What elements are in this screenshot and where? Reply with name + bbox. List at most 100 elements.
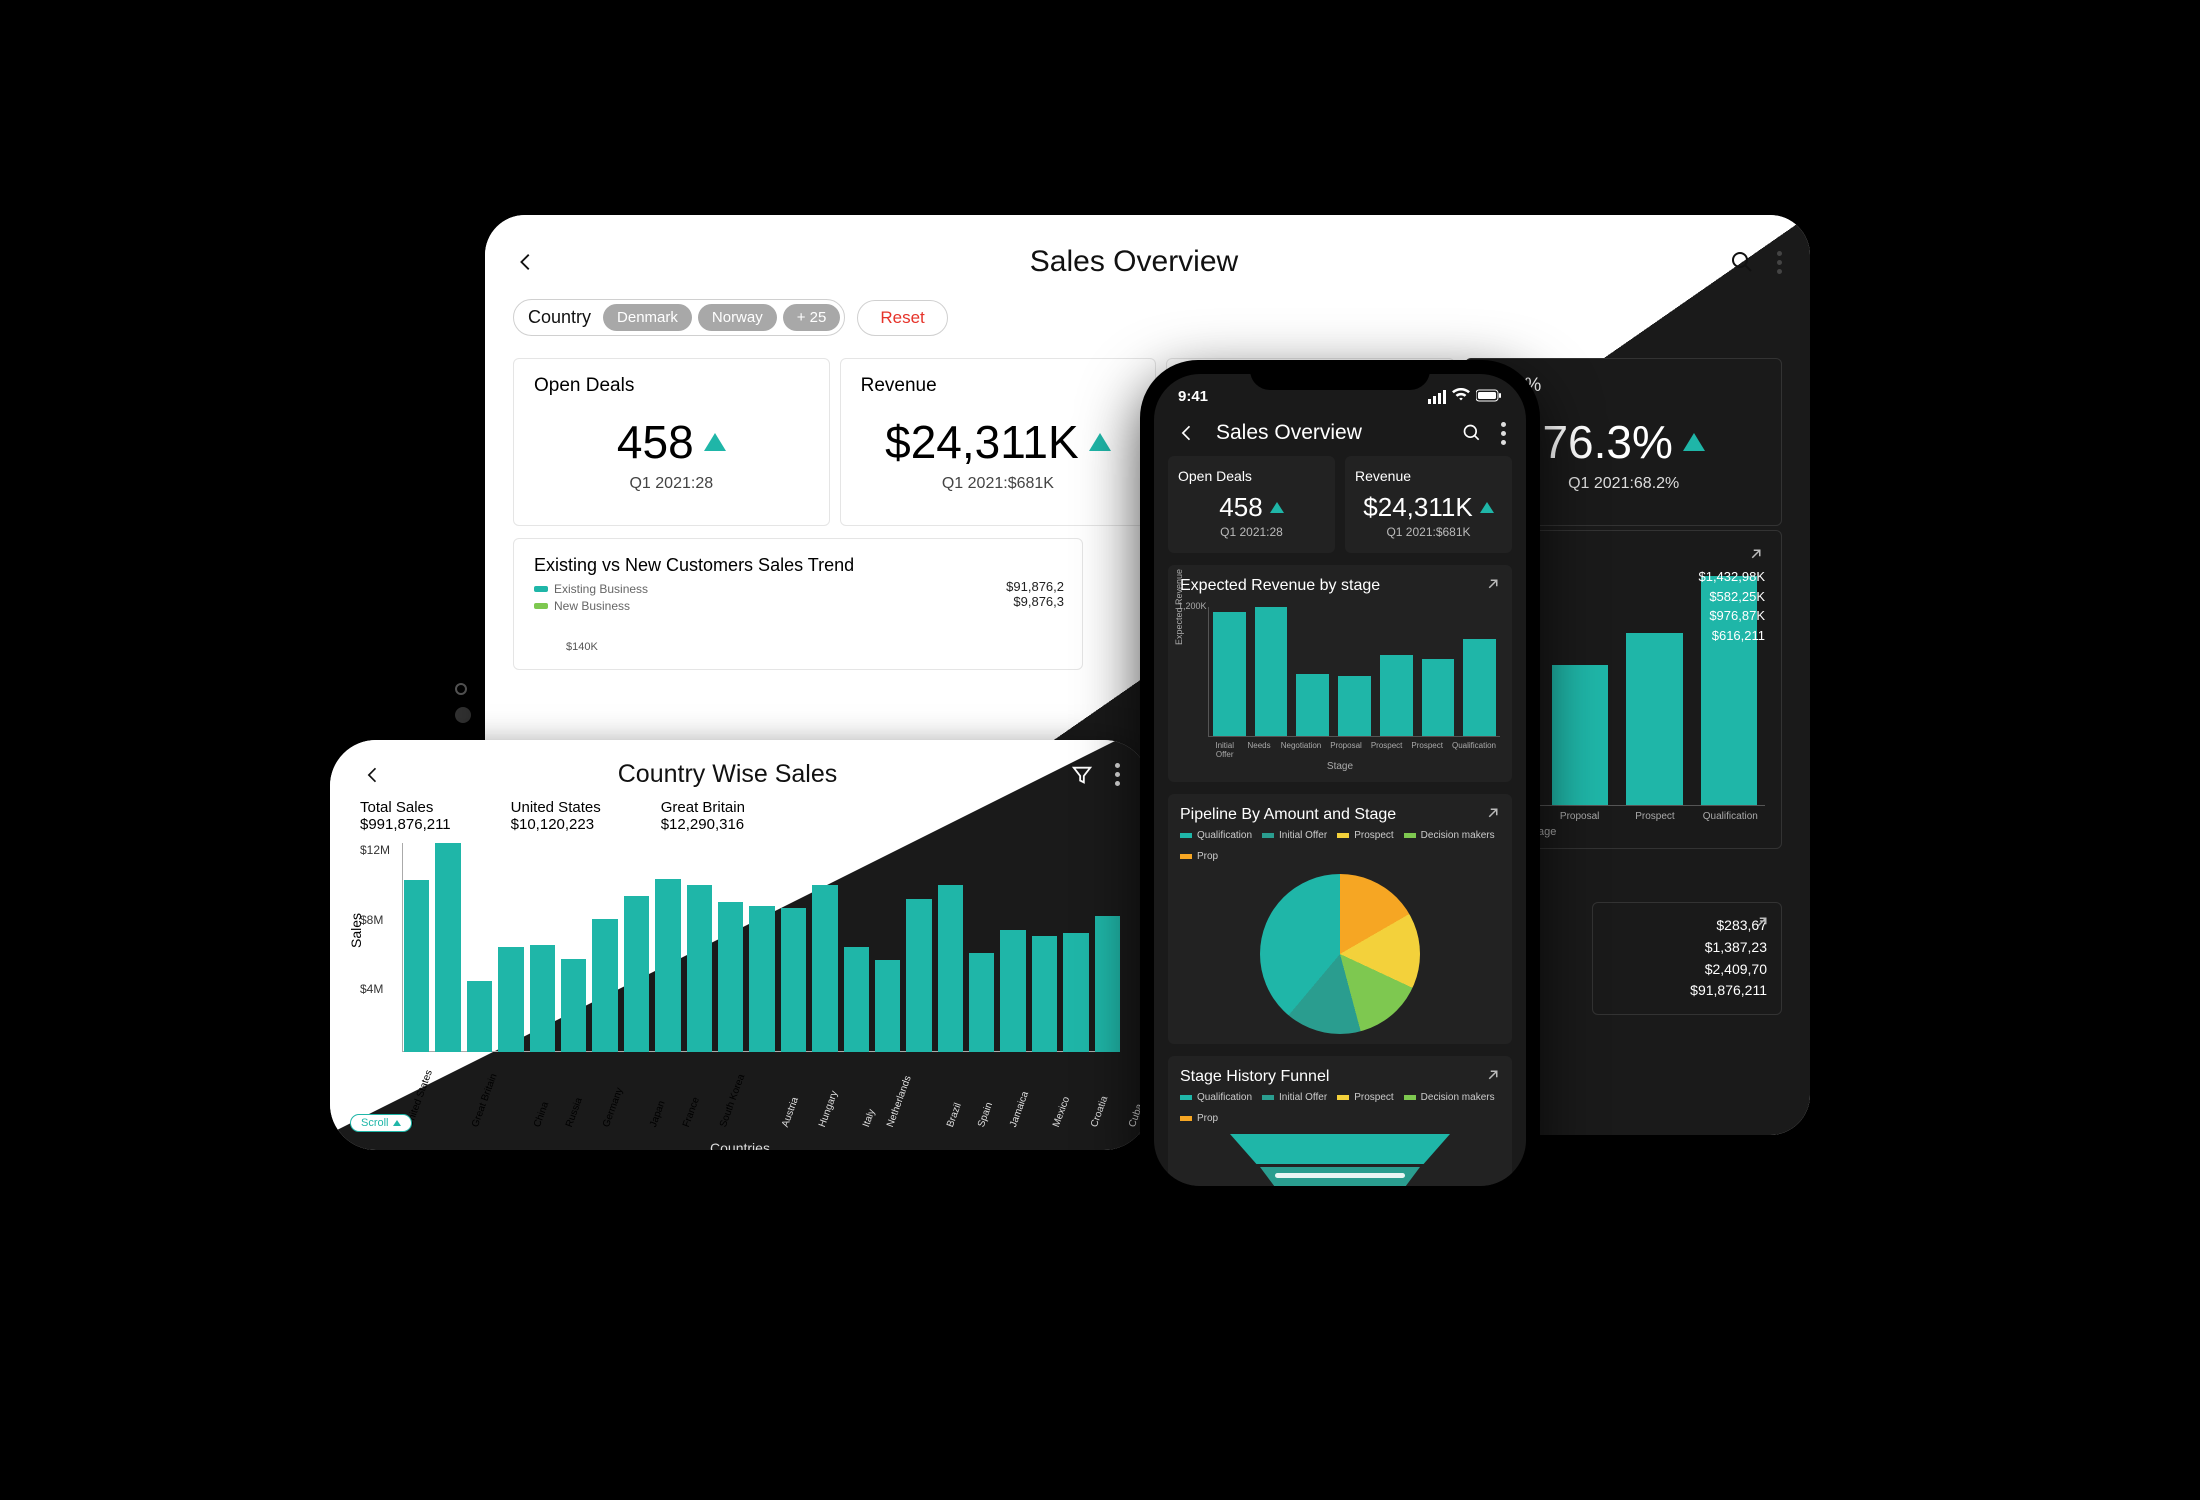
bar-chart [1208, 607, 1500, 737]
filter-chip[interactable]: Denmark [603, 304, 692, 331]
kpi-title: Open Deals [1178, 468, 1325, 484]
card-title: Expected Revenue by stage [1180, 577, 1500, 595]
y-ticks: $12M $8M $4M [360, 843, 390, 1078]
legend-item: Existing Business [554, 582, 648, 596]
trend-up-icon [1683, 433, 1705, 451]
home-indicator[interactable] [1275, 1173, 1405, 1178]
value: $1,387,23 [1607, 937, 1767, 959]
reset-button[interactable]: Reset [857, 300, 947, 336]
phone-header: Sales Overview [1154, 406, 1526, 456]
y-tick: $140K [566, 641, 1062, 653]
expand-icon[interactable] [1484, 1066, 1502, 1084]
legend: QualificationInitial OfferProspectDecisi… [1180, 830, 1500, 862]
search-icon[interactable] [1459, 420, 1485, 446]
pie-chart [1260, 874, 1420, 1034]
landscape-header: Country Wise Sales [360, 760, 1120, 789]
stat-value: $991,876,211 [360, 816, 451, 833]
card-title: Pipeline By Amount and Stage [1180, 806, 1500, 824]
trend-up-icon [1089, 433, 1111, 451]
expand-icon[interactable] [1484, 575, 1502, 593]
card-pipeline-pie[interactable]: Pipeline By Amount and Stage Qualificati… [1168, 794, 1512, 1044]
scroll-label: Scroll [361, 1117, 389, 1129]
legend: QualificationInitial OfferProspectDecisi… [1180, 1092, 1500, 1124]
country-filter[interactable]: Country Denmark Norway + 25 [513, 299, 845, 336]
stat-label: Total Sales [360, 799, 451, 816]
kpi-sub: Q1 2021:28 [534, 475, 809, 493]
funnel-chart [1180, 1134, 1500, 1186]
kpi-sub: Q1 2021:$681K [1355, 525, 1502, 539]
stat-label: Great Britain [661, 799, 745, 816]
signal-icon [1428, 390, 1446, 404]
card-stage-funnel[interactable]: Stage History Funnel QualificationInitia… [1168, 1056, 1512, 1186]
x-axis-label: Stage [1180, 761, 1500, 772]
value: $2,409,70 [1607, 959, 1767, 981]
summary-stats: Total Sales$991,876,211 United States$10… [360, 799, 1120, 833]
kpi-value: 458 [1219, 492, 1262, 523]
page-title: Sales Overview [1216, 421, 1362, 445]
page-title: Country Wise Sales [618, 760, 838, 789]
search-icon[interactable] [1729, 249, 1755, 275]
back-icon[interactable] [360, 762, 386, 788]
kpi-sub: Q1 2021:$681K [861, 475, 1136, 493]
scroll-button[interactable]: Scroll [350, 1114, 412, 1132]
y-axis-label: Expected Revenue [1174, 569, 1184, 645]
stat-label: United States [511, 799, 601, 816]
expand-icon[interactable] [1747, 545, 1765, 563]
back-icon[interactable] [1174, 420, 1200, 446]
kpi-title: Revenue [1355, 468, 1502, 484]
caret-up-icon [393, 1120, 401, 1126]
y-axis-label: Sales [348, 913, 364, 948]
phone-device: 9:41 Sales Overview O [1140, 360, 1540, 1200]
legend: Existing Business New Business [534, 582, 1062, 613]
kpi-title: Open Deals [534, 375, 809, 397]
x-axis-label: Countries [360, 1140, 1120, 1150]
card-title: Existing vs New Customers Sales Trend [534, 555, 1062, 576]
country-bar-chart: $12M $8M $4M United StatesGreat BritainC… [360, 843, 1120, 1078]
expand-icon[interactable] [1753, 913, 1771, 931]
value-list: $1,432,98K $582,25K $976,87K $616,211 [1698, 567, 1765, 645]
kpi-value: 76.3% [1542, 415, 1672, 469]
wifi-icon [1452, 388, 1470, 406]
stat-value: $12,290,316 [661, 816, 745, 833]
kpi-value: $24,311K [885, 415, 1079, 469]
trend-up-icon [704, 433, 726, 451]
kpi-open-deals[interactable]: Open Deals 458 Q1 2021:28 [513, 358, 830, 526]
more-icon[interactable] [1115, 763, 1120, 786]
tablet-header: Sales Overview [513, 243, 1782, 281]
card-expected-revenue-stage[interactable]: Expected Revenue by stage 1,200K Expecte… [1168, 565, 1512, 782]
battery-icon [1476, 389, 1502, 406]
kpi-title: Revenue [861, 375, 1136, 397]
decorative-dots [455, 683, 471, 723]
landscape-phone-device: Country Wise Sales Total Sales$991,876,2… [330, 740, 1150, 1150]
trend-up-icon [1480, 502, 1494, 513]
filter-bar: Country Denmark Norway + 25 Reset [513, 299, 1782, 336]
card-existing-vs-new[interactable]: Existing vs New Customers Sales Trend Ex… [513, 538, 1083, 670]
expand-icon[interactable] [1484, 804, 1502, 822]
legend-item: New Business [554, 599, 630, 613]
kpi-revenue[interactable]: Revenue $24,311K Q1 2021:$681K [1345, 456, 1512, 553]
stat-value: $10,120,223 [511, 816, 601, 833]
kpi-sub: Q1 2021:28 [1178, 525, 1325, 539]
page-title: Sales Overview [1030, 245, 1238, 279]
status-time: 9:41 [1178, 388, 1208, 406]
back-icon[interactable] [513, 249, 539, 275]
stat-value: $4,152,981 [805, 816, 880, 833]
filter-label: Country [528, 307, 591, 328]
filter-icon[interactable] [1069, 762, 1095, 788]
trend-up-icon [1270, 502, 1284, 513]
x-labels: Initial OfferNeedsNegotiationProposalPro… [1208, 741, 1500, 759]
value: $283,67 [1607, 915, 1767, 937]
kpi-open-deals[interactable]: Open Deals 458 Q1 2021:28 [1168, 456, 1335, 553]
more-icon[interactable] [1501, 422, 1506, 445]
value: $91,876,211 [1607, 980, 1767, 1002]
more-icon[interactable] [1777, 251, 1782, 274]
card-title: Stage History Funnel [1180, 1068, 1500, 1086]
kpi-revenue[interactable]: Revenue $24,311K Q1 2021:$681K [840, 358, 1157, 526]
filter-chip[interactable]: Norway [698, 304, 777, 331]
card-values-small[interactable]: $283,67 $1,387,23 $2,409,70 $91,876,211 [1592, 902, 1782, 1015]
kpi-value: $24,311K [1363, 492, 1472, 523]
stat-label: China [805, 799, 880, 816]
filter-chip[interactable]: + 25 [783, 304, 841, 331]
legend-values: $91,876,2 $9,876,3 [1006, 579, 1064, 609]
phone-notch [1250, 360, 1430, 390]
